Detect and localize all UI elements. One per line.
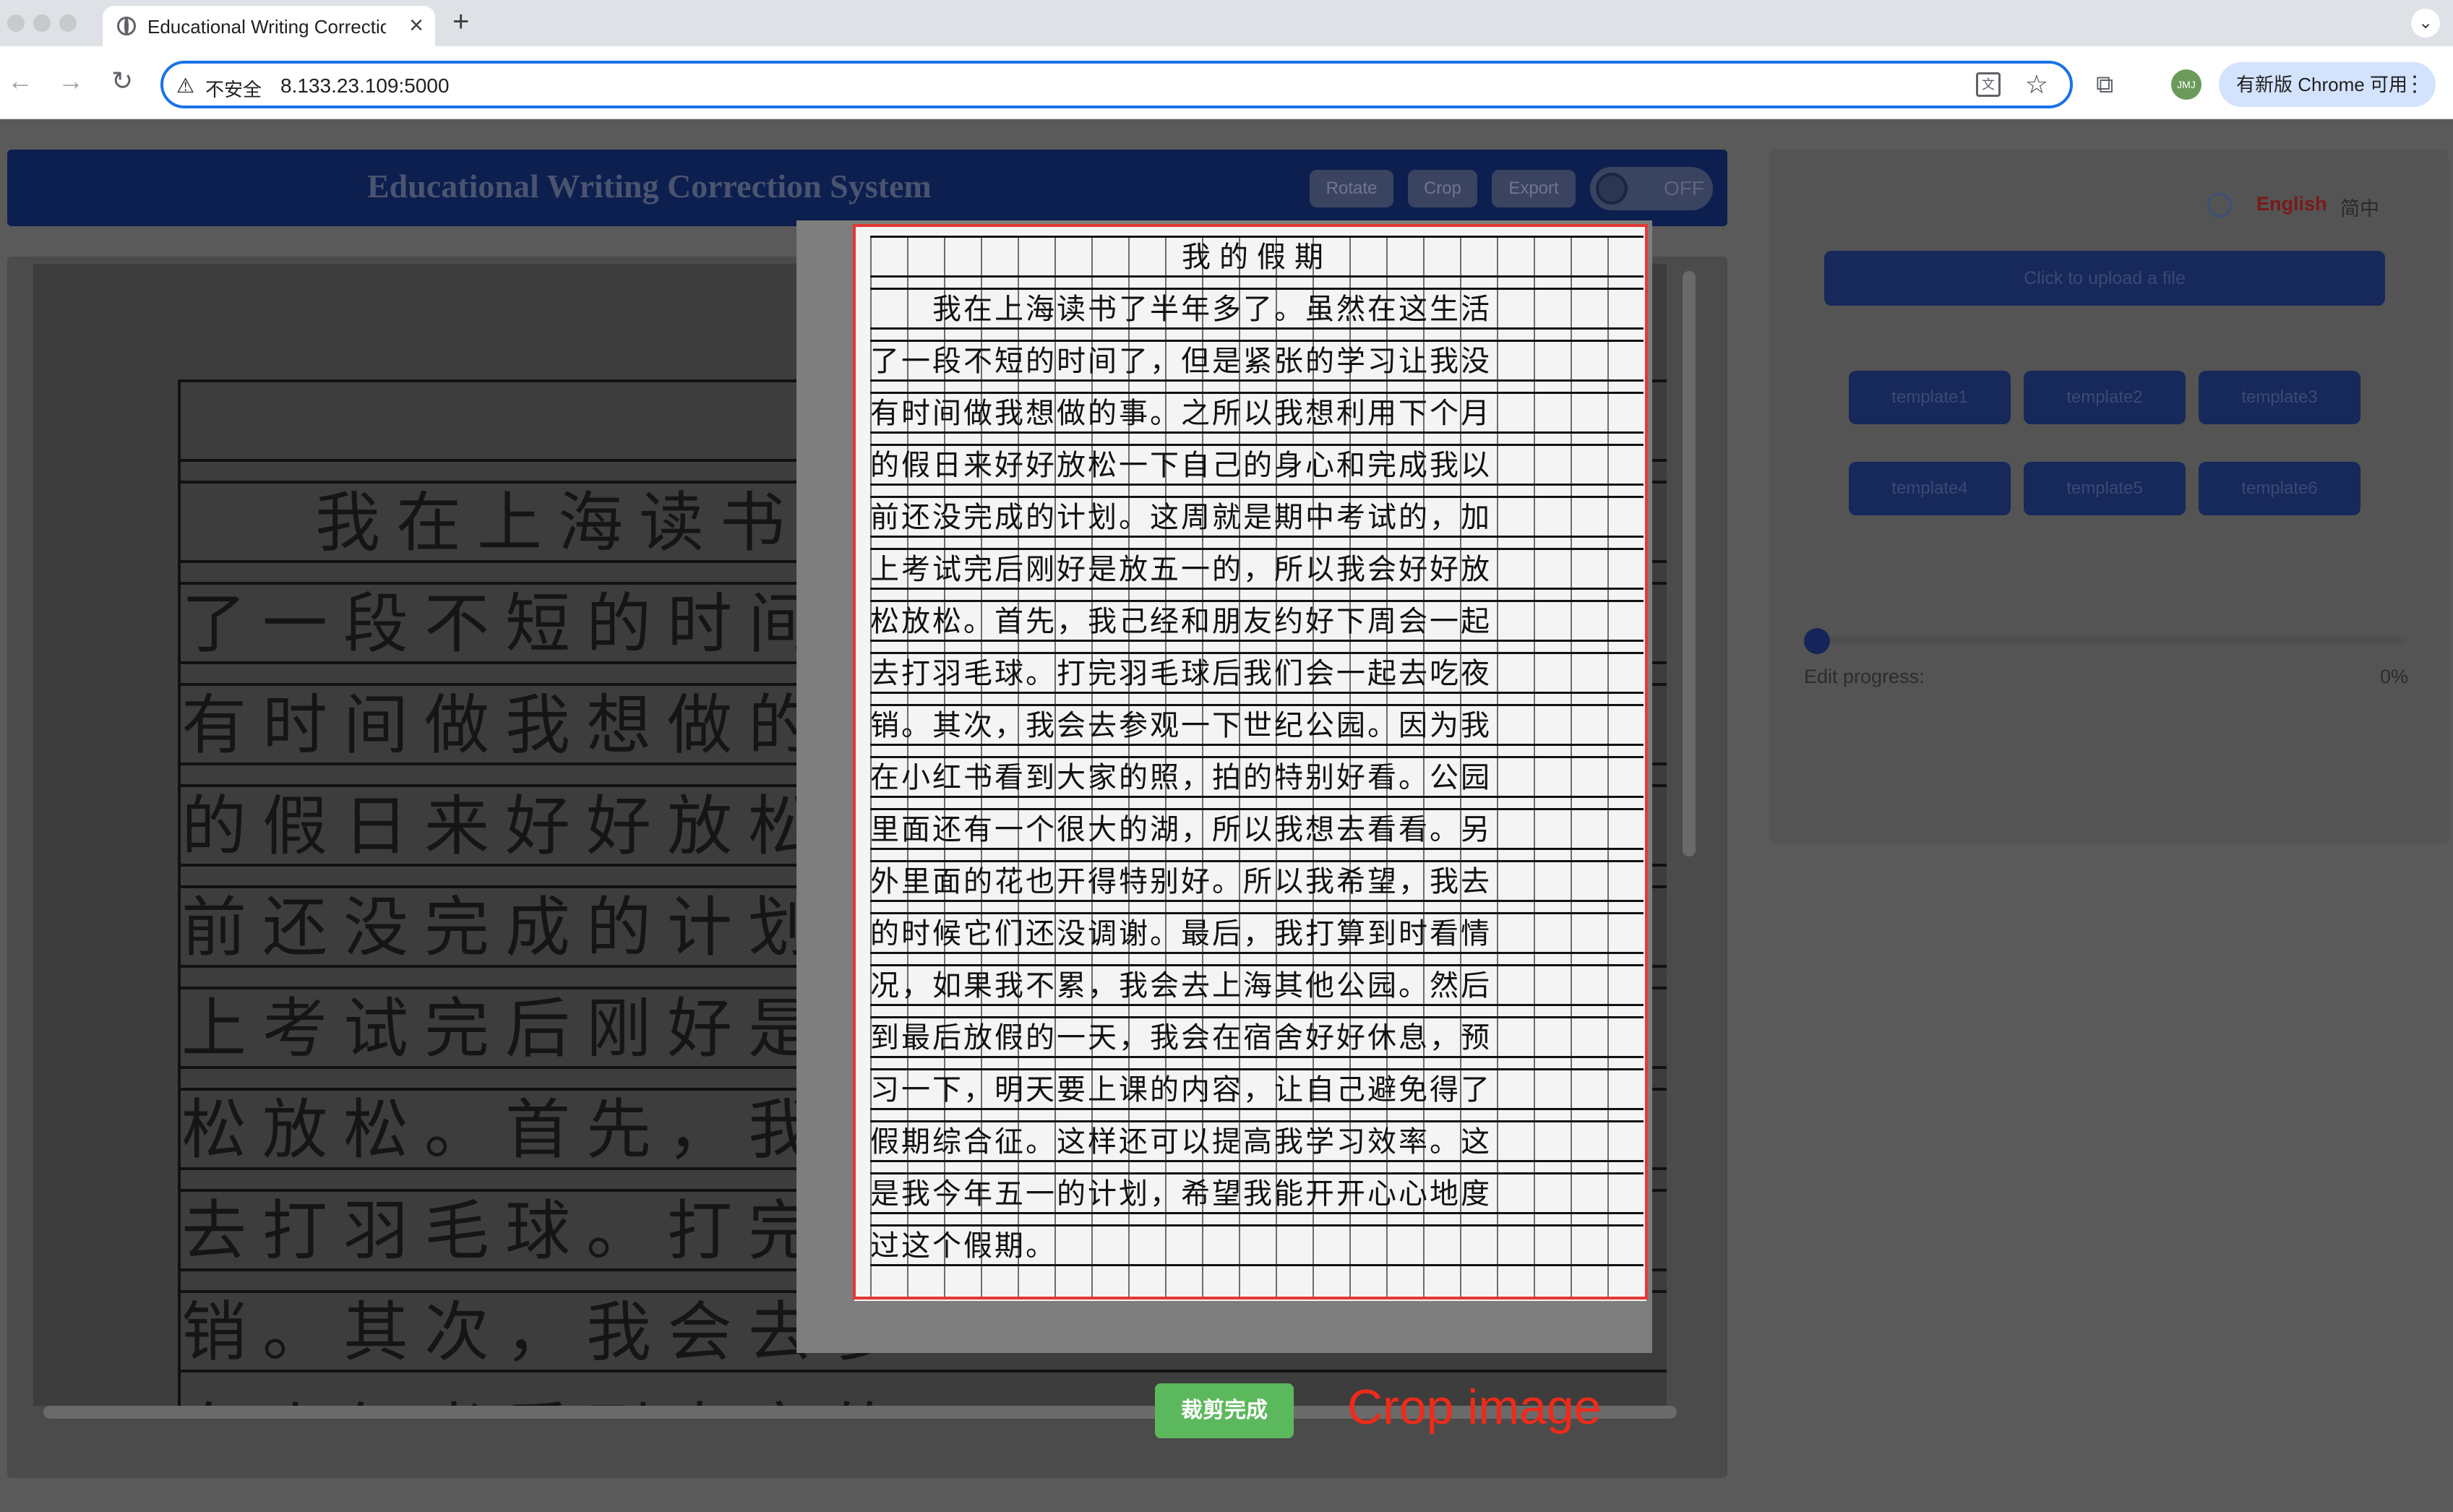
rotate-button[interactable]: Rotate (1310, 170, 1393, 207)
template-button[interactable]: template4 (1849, 462, 2011, 515)
url-text[interactable]: 8.133.23.109:5000 (280, 74, 450, 98)
lang-chinese-option[interactable]: 简中 (2340, 193, 2379, 221)
chrome-update-button[interactable]: 有新版 Chrome 可用 ⋮ (2219, 62, 2436, 107)
extensions-puzzle-icon[interactable]: ⧉ (2096, 71, 2113, 99)
window-close-dot[interactable] (7, 14, 25, 32)
bookmark-star-icon[interactable]: ☆ (2025, 69, 2048, 100)
profile-avatar[interactable]: JMJ (2171, 69, 2201, 100)
control-sidebar: English 简中 Click to upload a file templa… (1769, 150, 2449, 843)
app-header: Educational Writing Correction System Ro… (7, 150, 1727, 226)
template-button[interactable]: template6 (2199, 462, 2360, 515)
progress-value: 0% (2379, 666, 2408, 687)
slider-thumb[interactable] (1804, 628, 1830, 654)
template-button[interactable]: template5 (2024, 462, 2186, 515)
browser-tab-bar: Educational Writing Correctio × + ⌄ (0, 0, 2453, 46)
app-title: Educational Writing Correction System (367, 168, 932, 205)
template-button[interactable]: template3 (2199, 371, 2360, 424)
upload-button[interactable]: Click to upload a file (1824, 251, 2385, 306)
crop-selection-box[interactable] (853, 224, 1648, 1300)
window-minimize-dot[interactable] (33, 14, 51, 32)
vertical-scrollbar[interactable] (1683, 271, 1696, 856)
warning-icon: ⚠ (176, 74, 195, 97)
export-button[interactable]: Export (1492, 170, 1576, 207)
progress-label: Edit progress: (1804, 666, 1925, 687)
crop-button[interactable]: Crop (1408, 170, 1477, 207)
new-tab-button[interactable]: + (452, 7, 469, 36)
reload-icon[interactable]: ↻ (111, 68, 133, 94)
window-zoom-dot[interactable] (59, 14, 77, 32)
tab-close-icon[interactable]: × (409, 13, 424, 38)
template-button[interactable]: template2 (2024, 371, 2186, 424)
edit-progress-slider[interactable] (1804, 628, 2407, 654)
forward-icon[interactable]: → (58, 68, 84, 94)
template-button[interactable]: template1 (1849, 371, 2011, 424)
crop-image-annotation: Crop image (1347, 1380, 1602, 1435)
toggle-knob (1596, 173, 1628, 205)
crop-done-button[interactable]: 裁剪完成 (1155, 1383, 1294, 1438)
tab-title: Educational Writing Correctio (147, 16, 386, 38)
language-globe-icon (2207, 193, 2232, 218)
security-label[interactable]: 不安全 (205, 75, 262, 102)
globe-icon (117, 17, 136, 35)
toggle-label: OFF (1664, 177, 1704, 199)
more-menu-icon[interactable]: ⋮ (2404, 62, 2426, 107)
browser-tab[interactable]: Educational Writing Correctio × (103, 6, 435, 46)
background-line: 在小红书看到大家的 (181, 1380, 910, 1406)
lang-english-option[interactable]: English (2256, 193, 2327, 215)
address-bar[interactable]: ⚠ 不安全 8.133.23.109:5000 文 ☆ (160, 61, 2073, 108)
tab-search-button[interactable]: ⌄ (2411, 9, 2440, 38)
update-label: 有新版 Chrome 可用 (2236, 74, 2407, 95)
back-icon[interactable]: ← (7, 68, 33, 94)
toggle-switch[interactable]: OFF (1590, 167, 1713, 210)
translate-icon[interactable]: 文 (1976, 72, 2001, 97)
